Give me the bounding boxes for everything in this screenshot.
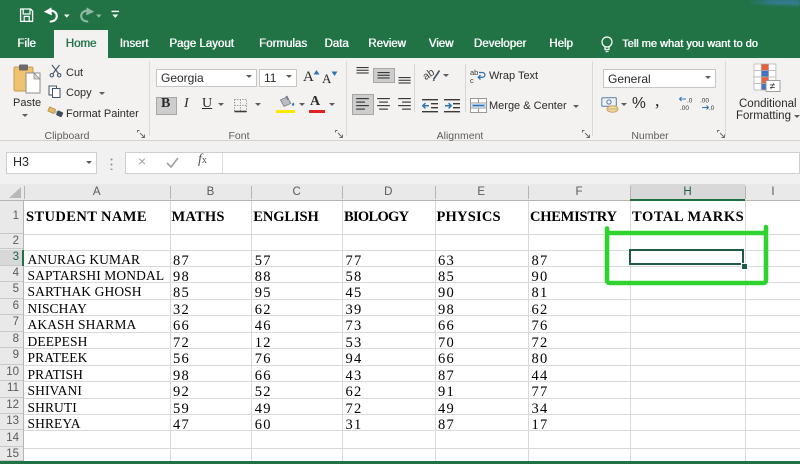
svg-text:≠: ≠	[770, 82, 776, 93]
svg-text:.00: .00	[680, 105, 689, 111]
svg-text:.0: .0	[709, 105, 715, 111]
svg-text:.0: .0	[687, 98, 693, 105]
svg-text:c: c	[470, 76, 474, 84]
svg-text:ab: ab	[423, 66, 437, 83]
svg-text:.00: .00	[700, 98, 709, 105]
